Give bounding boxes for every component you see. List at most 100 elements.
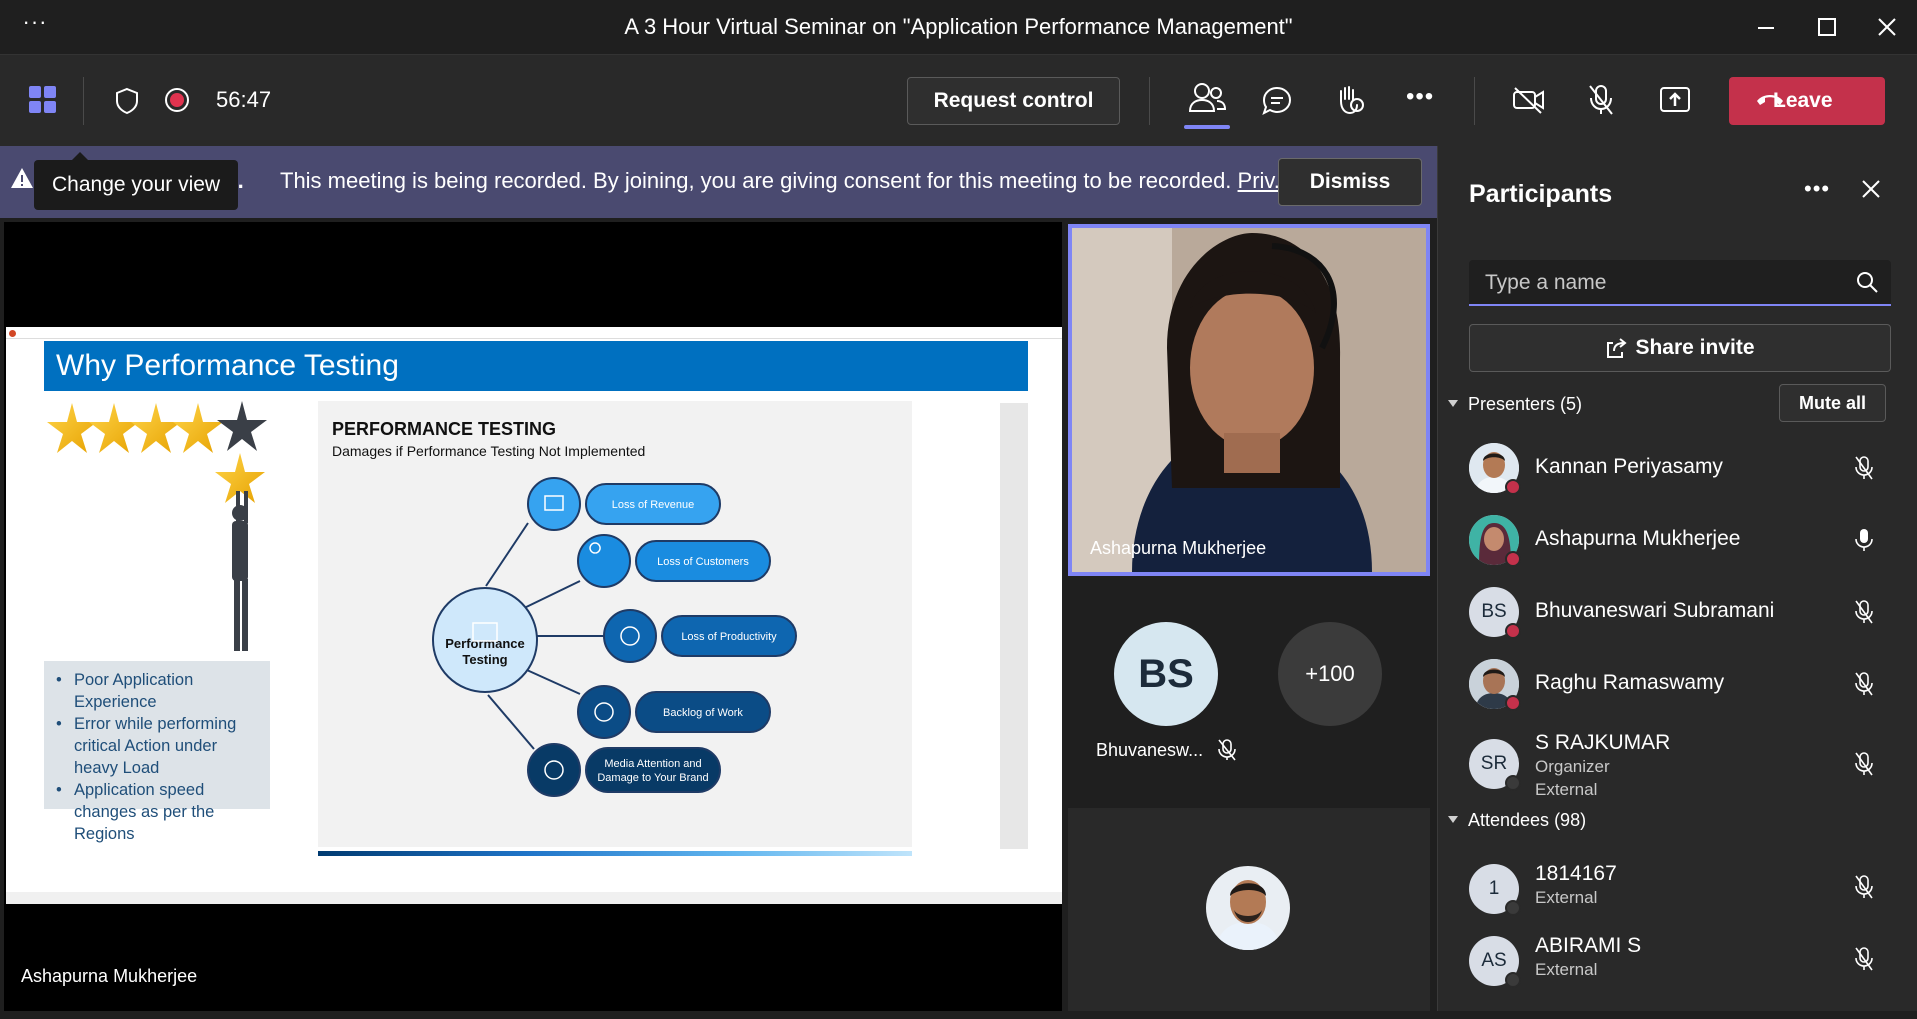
shield-icon (116, 87, 138, 115)
participant-name: Kannan Periyasamy (1535, 455, 1723, 478)
chat-button[interactable] (1261, 85, 1293, 122)
panel-title: Participants (1469, 180, 1613, 208)
slide-left-panel: Poor Application Experience Error while … (44, 391, 270, 843)
outcome-label: Loss of Productivity (681, 631, 777, 643)
close-panel-button[interactable] (1860, 178, 1882, 205)
raise-hand-icon (1340, 86, 1364, 115)
participant-tile-kannan[interactable] (1068, 808, 1430, 1011)
participant-row[interactable]: AS ABIRAMI S External (1469, 930, 1889, 994)
title-bar: ··· A 3 Hour Virtual Seminar on "Applica… (0, 0, 1917, 54)
close-icon (1878, 18, 1896, 36)
search-input[interactable] (1485, 270, 1845, 296)
toolbar-separator (83, 77, 84, 125)
status-badge (1505, 775, 1521, 791)
participant-row[interactable]: Ashapurna Mukherjee (1469, 511, 1889, 571)
slideshow-statusbar (6, 892, 1062, 904)
slide-header: Why Performance Testing (44, 341, 1028, 391)
panel-more-button[interactable]: ••• (1804, 176, 1830, 202)
warning-icon (10, 166, 34, 195)
participant-external-tag: External (1535, 960, 1598, 979)
slide-bullet-list: Poor Application Experience Error while … (52, 669, 264, 845)
status-badge (1505, 623, 1521, 639)
more-actions-button[interactable]: ••• (1406, 83, 1434, 111)
attendees-label: Attendees (98) (1468, 810, 1587, 830)
outcome-label: Media Attention and (604, 758, 701, 770)
mic-off-icon[interactable] (1853, 874, 1875, 905)
mic-off-icon[interactable] (1853, 946, 1875, 977)
participant-role: Organizer (1535, 757, 1610, 776)
record-icon (165, 88, 189, 112)
meeting-info-button[interactable] (115, 87, 139, 120)
maximize-icon (1818, 18, 1836, 36)
stars-illustration (44, 391, 270, 661)
leave-button[interactable]: Leave (1729, 77, 1885, 125)
maximize-button[interactable] (1810, 10, 1844, 44)
search-icon[interactable] (1855, 270, 1879, 299)
mic-off-icon[interactable] (1853, 455, 1875, 486)
participant-name: Ashapurna Mukherjee (1535, 527, 1741, 550)
mic-button[interactable] (1587, 83, 1615, 122)
chevron-down-icon (1448, 816, 1458, 823)
participant-row[interactable]: Raghu Ramaswamy (1469, 655, 1889, 715)
active-speaker-video[interactable]: Ashapurna Mukherjee (1068, 224, 1430, 576)
bullet-item: Application speed changes as per the Reg… (52, 779, 264, 845)
slide-accent-bar (318, 851, 912, 856)
kannan-avatar (1206, 866, 1290, 950)
toolbar-separator (1149, 77, 1150, 125)
bs-avatar[interactable]: BS (1114, 622, 1218, 726)
close-window-button[interactable] (1870, 10, 1904, 44)
powerpoint-icon (9, 330, 16, 337)
change-view-button[interactable] (28, 85, 58, 120)
participant-row[interactable]: SR S RAJKUMAR Organizer External (1469, 727, 1889, 801)
teams-meeting-window: { "window": { "title": "A 3 Hour Virtual… (0, 0, 1917, 1019)
presenter-name-label: Ashapurna Mukherjee (21, 966, 198, 986)
participant-row[interactable]: BS Bhuvaneswari Subramani (1469, 583, 1889, 643)
reactions-button[interactable] (1333, 83, 1365, 122)
dismiss-button[interactable]: Dismiss (1278, 158, 1422, 206)
mic-off-icon[interactable] (1853, 671, 1875, 702)
status-badge (1505, 972, 1521, 988)
camera-off-icon (1513, 87, 1544, 114)
shared-slide-window: Why Performance Testing • Poor Applicati… (6, 327, 1062, 904)
share-content-button[interactable] (1659, 85, 1691, 120)
slide-right-strip (1000, 403, 1028, 849)
mic-on-icon[interactable] (1853, 527, 1875, 558)
mic-off-icon[interactable] (1853, 599, 1875, 630)
share-invite-label: Share invite (1635, 336, 1755, 359)
share-invite-button[interactable]: Share invite (1469, 324, 1891, 372)
presenters-section-toggle[interactable]: Presenters (5) (1448, 394, 1582, 415)
outcome-label: Backlog of Work (663, 707, 743, 719)
share-icon (1604, 337, 1628, 365)
status-badge (1505, 479, 1521, 495)
participants-button[interactable] (1184, 81, 1230, 131)
speaker-video-feed (1072, 228, 1426, 572)
request-control-button[interactable]: Request control (907, 77, 1120, 125)
participant-search (1469, 260, 1891, 306)
center-node-label-1: Performance (445, 636, 524, 651)
meeting-toolbar: 56:47 Request control ••• Leave (0, 54, 1917, 146)
participant-external-tag: External (1535, 780, 1598, 799)
diagram-graphic: Performance Testing Loss of Revenue Loss… (432, 477, 797, 797)
status-badge (1505, 695, 1521, 711)
mic-off-icon (1589, 85, 1613, 115)
bullet-item: Error while performing critical Action u… (52, 713, 264, 779)
participant-tiles-row: BS +100 Bhuvanesw... (1068, 582, 1430, 800)
more-participants-button[interactable]: +100 (1278, 622, 1382, 726)
close-icon (1862, 180, 1880, 198)
share-screen-icon (1660, 87, 1690, 112)
participant-row[interactable]: Kannan Periyasamy (1469, 439, 1889, 499)
chevron-down-icon (1448, 400, 1458, 407)
status-badge (1505, 900, 1521, 916)
attendees-section-toggle[interactable]: Attendees (98) (1448, 810, 1586, 831)
recording-indicator (164, 87, 190, 118)
camera-button[interactable] (1512, 85, 1546, 120)
participant-external-tag: External (1535, 888, 1598, 907)
participant-row[interactable]: 1 1814167 External (1469, 858, 1889, 922)
mute-all-button[interactable]: Mute all (1779, 384, 1886, 422)
toolbar-separator (1474, 77, 1475, 125)
participant-name: Raghu Ramaswamy (1535, 671, 1725, 694)
minimize-icon (1758, 27, 1774, 29)
minimize-button[interactable] (1749, 10, 1783, 44)
center-node-label-2: Testing (462, 652, 507, 667)
mic-off-icon[interactable] (1853, 751, 1875, 782)
